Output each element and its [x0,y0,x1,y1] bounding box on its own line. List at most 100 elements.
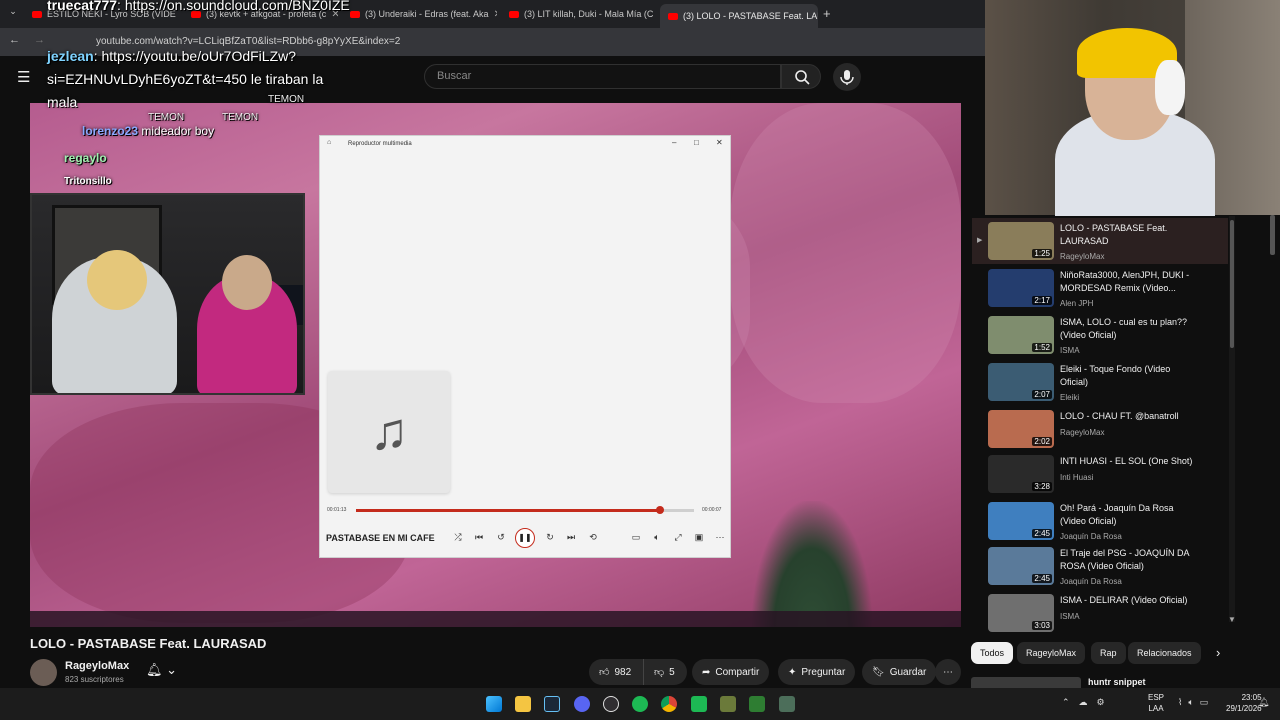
volume-icon[interactable]: 🔈︎ [651,532,663,543]
media-player-window[interactable]: Reproductor multimedia ⌂ – □ ✕ ♫ 00:01:1… [319,135,731,558]
playlist-item-title[interactable]: INTI HUASI - EL SOL (One Shot) [1060,455,1200,468]
windows-start-icon[interactable] [486,696,502,712]
chip-related[interactable]: Relacionados [1128,642,1201,664]
playlist-item-title[interactable]: Eleiki - Toque Fondo (Video Oficial) [1060,363,1200,389]
playlist-item-title[interactable]: LOLO - CHAU FT. @banatroll [1060,410,1200,423]
video-thumbnail[interactable]: 1:52 [988,316,1054,354]
obs-icon[interactable] [603,696,619,712]
new-tab-button[interactable]: + [823,6,831,21]
seek-handle[interactable] [656,506,665,514]
playlist-item[interactable]: 2:45 El Traje del PSG - JOAQUÍN DA ROSA (… [986,543,1236,589]
playlist-item-title[interactable]: Oh! Pará - Joaquín Da Rosa (Video Oficia… [1060,502,1200,528]
playlist-scroll-thumb[interactable] [1230,220,1234,348]
rewind-icon[interactable]: ↺ [495,532,507,543]
app-icon[interactable] [691,696,707,712]
playlist-item-title[interactable]: El Traje del PSG - JOAQUÍN DA ROSA (Vide… [1060,547,1200,573]
app-icon[interactable] [749,696,765,712]
app-icon[interactable] [720,696,736,712]
playlist-item[interactable]: 2:02 LOLO - CHAU FT. @banatroll RageyloMax [986,406,1236,452]
home-icon[interactable]: ⌂ [327,139,331,146]
playlist-item-channel: Alen JPH [1060,299,1094,308]
back-icon[interactable]: ← [9,34,20,46]
close-icon[interactable]: ✕ [494,9,497,20]
previous-icon[interactable]: ⏮ [473,532,485,543]
repeat-icon[interactable]: ⟲ [587,532,599,543]
discord-icon[interactable] [574,696,590,712]
app-icon[interactable] [779,696,795,712]
menu-icon[interactable]: ☰ [17,68,30,86]
dislike-button[interactable]: 👎︎ 5 [643,659,687,685]
system-tray-icons[interactable]: ⌃☁⚙ [1062,697,1114,708]
next-icon[interactable]: ⏭ [565,532,577,543]
playlist-item[interactable]: 3:03 ISMA - DELIRAR (Video Oficial) ISMA [986,590,1236,636]
playlist-item[interactable]: 2:17 NiñoRata3000, AlenJPH, DUKI - MORDES… [986,265,1236,311]
file-explorer-icon[interactable] [515,696,531,712]
browser-tab-active[interactable]: (3) LOLO - PASTABASE Feat. LAU✕ [660,4,818,28]
video-thumbnail[interactable]: 2:07 [988,363,1054,401]
playlist-item-channel: Eleiki [1060,393,1080,402]
clock[interactable]: 23:05 29/1/2026 [1226,692,1262,714]
video-thumbnail[interactable]: 3:03 [988,594,1054,632]
video-thumbnail[interactable]: 2:45 [988,502,1054,540]
fullscreen-icon[interactable]: ⤢ [672,532,684,543]
playlist-item[interactable]: 3:28 INTI HUASI - EL SOL (One Shot) Inti H… [986,451,1236,497]
playlist-item[interactable]: 2:07 Eleiki - Toque Fondo (Video Oficial)… [986,359,1236,405]
chat-message: lorenzo23 mideador boy [82,124,215,138]
tab-list-dropdown[interactable]: ⌄ [6,6,20,20]
pause-button[interactable]: ❚❚ [515,528,535,548]
notification-bell-button[interactable]: 🔔︎ ⌄ [146,662,177,678]
chip-channel[interactable]: RageyloMax [1017,642,1086,664]
minimize-icon[interactable]: – [672,138,676,147]
playlist-item-title[interactable]: LOLO - PASTABASE Feat. LAURASAD [1060,222,1200,248]
chevron-right-icon[interactable]: › [1216,645,1220,660]
more-icon[interactable]: ⋯ [714,532,726,543]
playlist-item-title[interactable]: ISMA, LOLO - cual es tu plan?? (Video Of… [1060,316,1200,342]
shuffle-icon[interactable]: ⤮ [452,532,464,543]
forward-icon[interactable]: ↻ [544,532,556,543]
browser-tab[interactable]: (3) Underaiki - Edras (feat. Aka✕ [342,4,497,24]
video-thumbnail[interactable]: 1:25 [988,222,1054,260]
page-scrollbar-thumb[interactable] [1270,215,1275,255]
playlist-item-title[interactable]: NiñoRata3000, AlenJPH, DUKI - MORDESAD R… [1060,269,1200,295]
chevron-down-icon[interactable]: ▼ [1228,615,1236,624]
rock-texture [730,103,961,403]
playlist-item[interactable]: 2:45 Oh! Pará - Joaquín Da Rosa (Video Of… [986,498,1236,544]
video-thumbnail[interactable]: 3:28 [988,455,1054,493]
share-button[interactable]: ➦ Compartir [692,659,770,685]
miniplayer-icon[interactable]: ▭ [630,532,642,543]
search-input[interactable]: Buscar [424,64,781,89]
youtube-icon [668,12,678,20]
next-video-thumbnail[interactable] [971,677,1081,688]
playlist-item[interactable]: 1:25 LOLO - PASTABASE Feat. LAURASAD Ragey… [986,218,1236,264]
forward-icon[interactable]: → [34,34,45,46]
more-actions-button[interactable]: ⋯ [935,659,961,685]
voice-search-button[interactable] [833,63,861,91]
close-icon[interactable]: ✕ [716,138,723,147]
steam-icon[interactable] [544,696,560,712]
notification-icon[interactable]: 🔔︎ [1258,697,1269,708]
chip-rap[interactable]: Rap [1091,642,1126,664]
video-thumbnail[interactable]: 2:17 [988,269,1054,307]
video-thumbnail[interactable]: 2:45 [988,547,1054,585]
playlist-item[interactable]: 1:52 ISMA, LOLO - cual es tu plan?? (Vide… [986,312,1236,358]
chip-all[interactable]: Todos [971,642,1014,664]
like-button[interactable]: 👍︎ 982 [589,659,643,685]
playlist-item-title[interactable]: ISMA - DELIRAR (Video Oficial) [1060,594,1200,607]
video-thumbnail[interactable]: 2:02 [988,410,1054,448]
language-indicator[interactable]: ESP LAA [1148,692,1164,714]
next-video-title[interactable]: huntr snippet [1088,677,1146,687]
video-player[interactable]: Reproductor multimedia ⌂ – □ ✕ ♫ 00:01:1… [30,103,961,627]
search-button[interactable] [781,64,821,89]
tree-image [752,501,872,627]
chrome-icon[interactable] [661,696,677,712]
network-volume-battery-icons[interactable]: ⌇🔈︎▭ [1178,697,1214,708]
avatar[interactable] [30,659,57,686]
save-button[interactable]: 🔖︎ Guardar [862,659,937,685]
browser-tab[interactable]: (3) LIT killah, Duki - Mala Mía (C✕ [501,4,656,24]
cast-icon[interactable]: ▣ [693,532,705,543]
maximize-icon[interactable]: □ [694,138,699,147]
video-duration: 2:45 [1032,574,1052,583]
spotify-icon[interactable] [632,696,648,712]
ask-button[interactable]: ✦ Preguntar [778,659,856,685]
channel-name[interactable]: RageyloMax [65,660,129,672]
